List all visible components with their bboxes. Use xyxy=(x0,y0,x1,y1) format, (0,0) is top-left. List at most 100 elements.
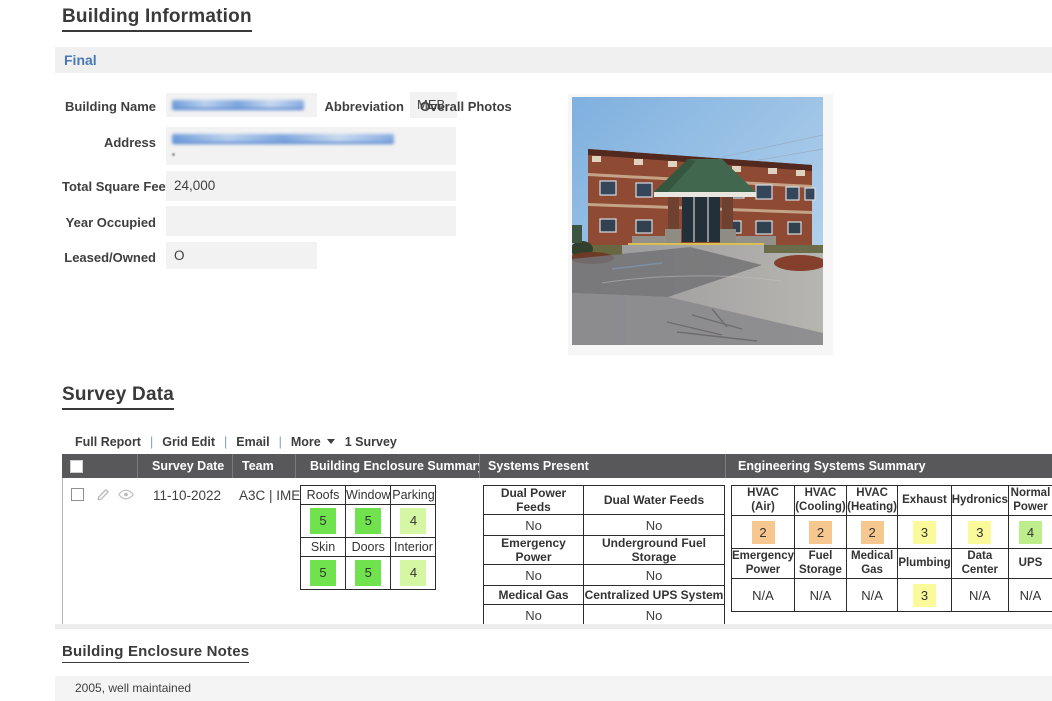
building-name-field[interactable] xyxy=(166,93,317,117)
score-badge: N/A xyxy=(861,584,884,607)
overall-photo-container xyxy=(568,94,833,355)
redacted-building-name xyxy=(172,100,304,110)
redacted-address xyxy=(172,134,394,144)
score-badge: 2 xyxy=(752,521,775,544)
engineering-header: HVAC (Air) xyxy=(732,486,795,516)
score-badge: 2 xyxy=(861,521,884,544)
enclosure-header: Skin xyxy=(301,538,346,557)
year-occupied-field[interactable] xyxy=(166,206,456,236)
select-all-checkbox[interactable] xyxy=(70,460,83,473)
score-badge: 5 xyxy=(310,508,336,534)
engineering-systems-summary-cell: HVAC (Air) HVAC (Cooling) HVAC (Heating)… xyxy=(726,478,1052,626)
email-button[interactable]: Email xyxy=(215,435,270,449)
engineering-summary-table: HVAC (Air) HVAC (Cooling) HVAC (Heating)… xyxy=(731,485,1052,612)
row-checkbox[interactable] xyxy=(71,488,84,501)
more-menu-label: More xyxy=(291,435,321,449)
leased-owned-field[interactable]: O xyxy=(166,242,317,269)
engineering-header: UPS xyxy=(1008,549,1052,579)
grid-bottom-strip xyxy=(55,624,1052,629)
row-actions-cell xyxy=(63,478,138,626)
engineering-header: HVAC (Cooling) xyxy=(795,486,847,516)
building-enclosure-notes-value: 2005, well maintained xyxy=(75,681,191,695)
enclosure-header: Roofs xyxy=(301,486,346,505)
system-label: Centralized UPS System xyxy=(584,586,725,605)
survey-data-heading[interactable]: Survey Data xyxy=(62,384,174,410)
engineering-header: Data Center xyxy=(951,549,1008,579)
score-badge: 3 xyxy=(913,521,936,544)
building-photo[interactable] xyxy=(572,97,823,345)
col-engineering-systems-summary: Engineering Systems Summary xyxy=(725,454,1052,478)
score-badge: 5 xyxy=(355,508,381,534)
overall-photos-label: Overall Photos xyxy=(420,99,556,114)
engineering-header: Emergency Power xyxy=(732,549,795,579)
status-bar: Final xyxy=(55,47,1052,73)
survey-date-cell: 11-10-2022 xyxy=(138,478,233,626)
building-enclosure-notes-bar: 2005, well maintained xyxy=(55,676,1052,701)
col-team: Team xyxy=(232,454,295,478)
engineering-header: Plumbing xyxy=(898,549,951,579)
score-badge: 3 xyxy=(968,521,991,544)
score-badge: N/A xyxy=(752,584,775,607)
year-occupied-label: Year Occupied xyxy=(62,215,156,230)
year-occupied-value xyxy=(166,206,456,213)
full-report-button[interactable]: Full Report xyxy=(75,435,141,449)
chevron-down-icon xyxy=(327,439,335,444)
score-badge: 4 xyxy=(400,560,426,586)
building-name-label: Building Name xyxy=(62,99,156,114)
address-label: Address xyxy=(62,135,156,150)
score-badge: 2 xyxy=(809,521,832,544)
total-square-feet-label: Total Square Feet xyxy=(62,179,156,194)
survey-grid: Full Report Grid Edit Email More 1 Surve… xyxy=(62,429,1052,626)
systems-present-table: Dual Power Feeds Dual Water Feeds No No … xyxy=(483,485,725,626)
score-badge: N/A xyxy=(1019,584,1042,607)
engineering-header: Fuel Storage xyxy=(795,549,847,579)
system-value: No xyxy=(484,565,584,586)
system-label: Emergency Power xyxy=(484,536,584,565)
engineering-header: Medical Gas xyxy=(846,549,897,579)
engineering-header: Normal Power xyxy=(1008,486,1052,516)
system-label: Dual Power Feeds xyxy=(484,486,584,515)
leased-owned-label: Leased/Owned xyxy=(62,250,156,265)
enclosure-header: Doors xyxy=(346,538,391,557)
status-badge: Final xyxy=(64,52,97,68)
score-badge: N/A xyxy=(809,584,832,607)
system-value: No xyxy=(584,515,725,536)
building-enclosure-summary-cell: Roofs Window Parking 5 5 4 Skin Doors In… xyxy=(296,478,480,626)
enclosure-header: Window xyxy=(346,486,391,505)
more-menu-button[interactable]: More xyxy=(270,435,335,449)
select-all-cell xyxy=(62,454,137,478)
score-badge: 3 xyxy=(913,584,936,607)
total-square-feet-value: 24,000 xyxy=(166,171,456,193)
score-badge: 4 xyxy=(400,508,426,534)
address-field[interactable] xyxy=(166,127,456,165)
team-cell: A3C | IMEG xyxy=(233,478,296,626)
systems-present-cell: Dual Power Feeds Dual Water Feeds No No … xyxy=(480,478,726,626)
system-value: No xyxy=(584,605,725,626)
total-square-feet-field[interactable]: 24,000 xyxy=(166,171,456,201)
score-badge: 5 xyxy=(310,560,336,586)
building-information-heading[interactable]: Building Information xyxy=(62,6,252,32)
system-label: Dual Water Feeds xyxy=(584,486,725,515)
redacted-address-line2 xyxy=(172,153,175,156)
enclosure-summary-table: Roofs Window Parking 5 5 4 Skin Doors In… xyxy=(300,485,436,590)
system-value: No xyxy=(484,515,584,536)
survey-count: 1 Survey xyxy=(345,435,397,449)
view-eye-icon[interactable] xyxy=(118,489,134,500)
survey-toolbar: Full Report Grid Edit Email More 1 Surve… xyxy=(62,429,1052,454)
enclosure-header: Parking xyxy=(391,486,436,505)
survey-date-value: 11-10-2022 xyxy=(138,478,233,503)
col-building-enclosure-summary: Building Enclosure Summary xyxy=(295,454,479,478)
engineering-header: Hydronics xyxy=(951,486,1008,516)
building-enclosure-notes-heading[interactable]: Building Enclosure Notes xyxy=(62,643,249,663)
abbreviation-label: Abbreviation xyxy=(300,99,404,114)
engineering-header: HVAC (Heating) xyxy=(846,486,897,516)
system-value: No xyxy=(484,605,584,626)
edit-pencil-icon[interactable] xyxy=(96,487,111,502)
engineering-header: Exhaust xyxy=(898,486,951,516)
score-badge: N/A xyxy=(968,584,991,607)
score-badge: 4 xyxy=(1019,521,1042,544)
grid-edit-button[interactable]: Grid Edit xyxy=(141,435,215,449)
leased-owned-value: O xyxy=(166,242,317,263)
team-value: A3C | IMEG xyxy=(233,478,296,503)
system-label: Medical Gas xyxy=(484,586,584,605)
